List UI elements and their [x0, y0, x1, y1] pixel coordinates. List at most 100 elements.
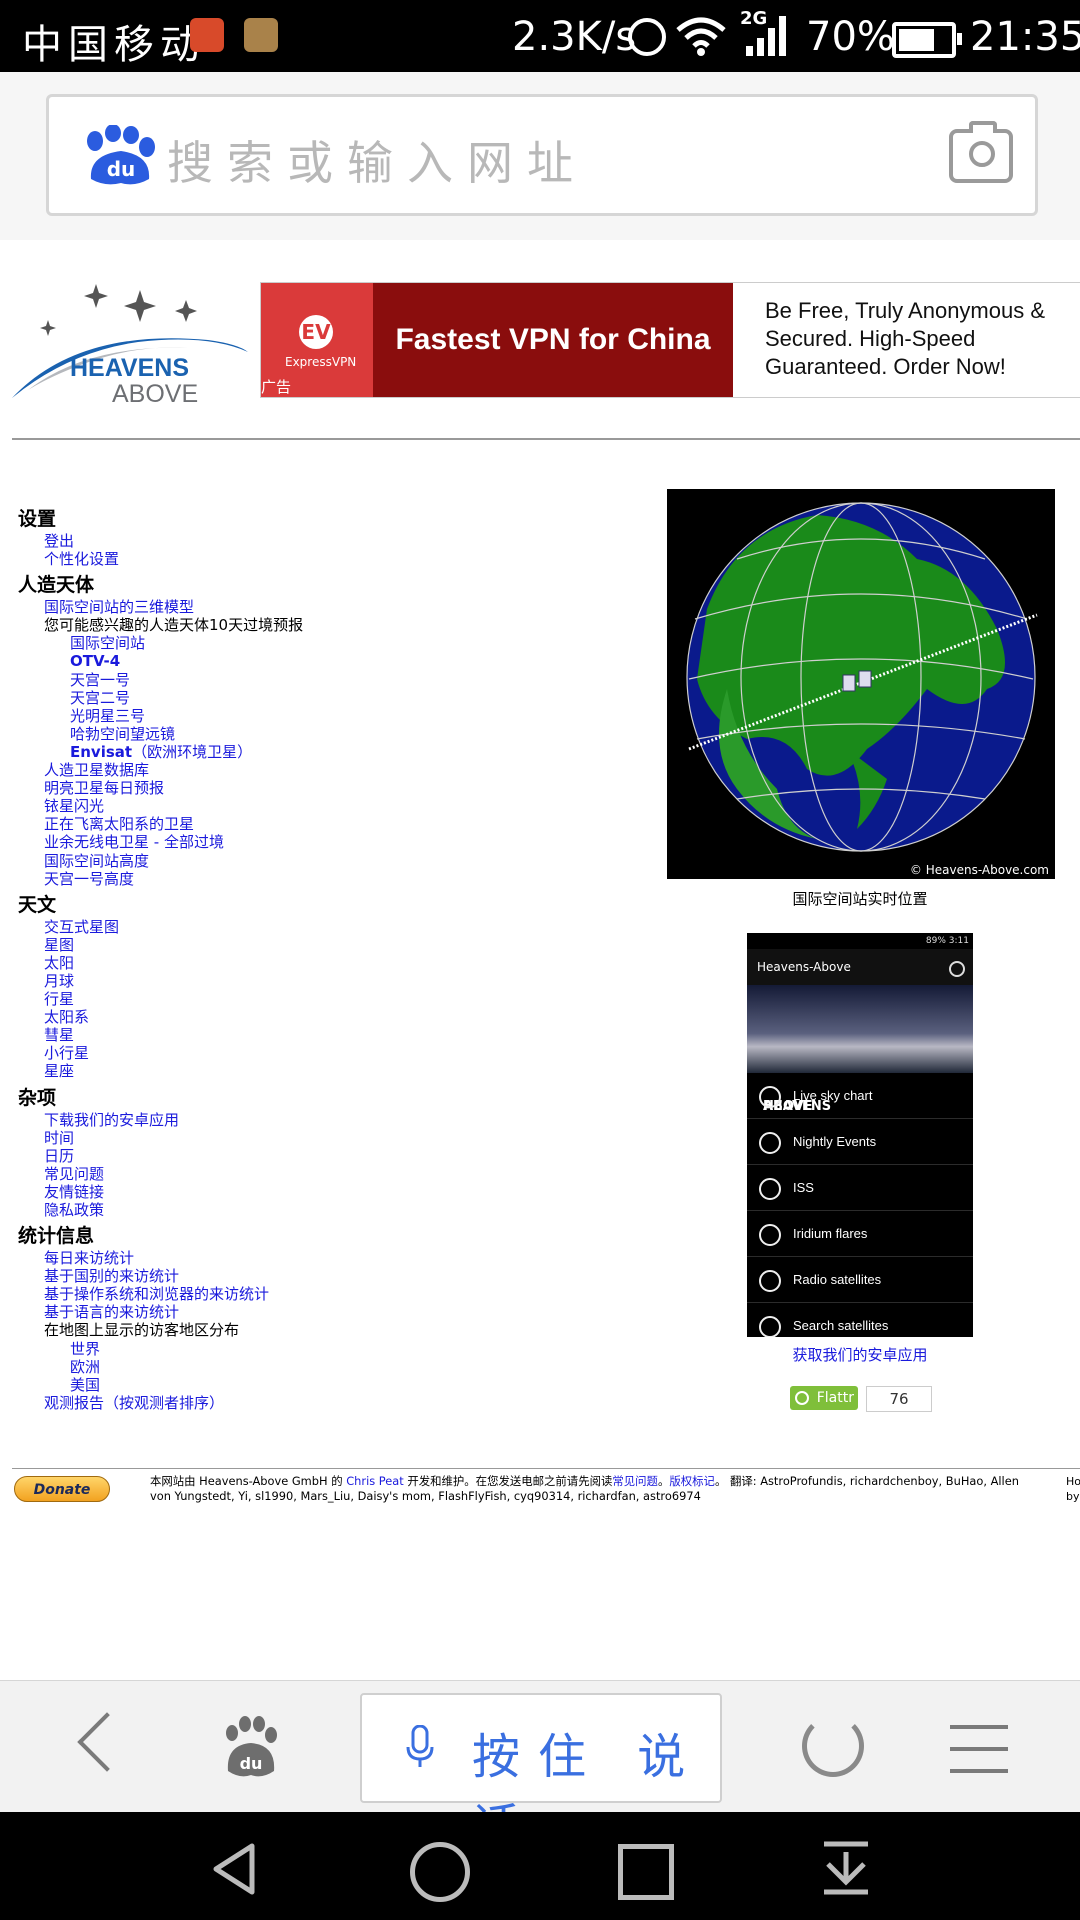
menu-link[interactable]: Envisat（欧洲环境卫星） — [18, 743, 658, 761]
menu-link[interactable]: 隐私政策 — [18, 1201, 658, 1219]
app-menu-item: Iridium flares — [747, 1211, 973, 1257]
baidu-paw-icon: du — [87, 125, 155, 185]
menu-link[interactable]: 人造卫星数据库 — [18, 761, 658, 779]
menu-link[interactable]: 常见问题 — [18, 1165, 658, 1183]
footer-divider — [12, 1468, 1080, 1469]
svg-text:du: du — [107, 157, 136, 181]
flattr-count: 76 — [866, 1386, 932, 1412]
menu-link[interactable]: 天宫二号 — [18, 689, 658, 707]
menu-link[interactable]: 星图 — [18, 936, 658, 954]
app-banner: HEAVENS ABOVE — [747, 985, 973, 1113]
battery-percent: 70% — [806, 14, 895, 60]
menu-link[interactable]: 太阳系 — [18, 1008, 658, 1026]
menu-link[interactable]: 基于国别的来访统计 — [18, 1267, 658, 1285]
menu-link[interactable]: 每日来访统计 — [18, 1249, 658, 1267]
menu-link[interactable]: 个性化设置 — [18, 550, 658, 568]
footer-text: 本网站由 Heavens-Above GmbH 的 Chris Peat 开发和… — [150, 1474, 1030, 1504]
footer-cut-text: Ho by — [1066, 1475, 1080, 1503]
voice-input-button[interactable]: 按住 说话 — [360, 1693, 722, 1855]
footer-faq-link[interactable]: 常见问题 — [612, 1474, 658, 1488]
refresh-icon[interactable] — [802, 1715, 864, 1777]
ad-label: 广告 — [261, 378, 292, 396]
menu-link[interactable]: 观测报告（按观测者排序） — [18, 1394, 658, 1412]
nav-back-icon[interactable] — [210, 1842, 258, 1896]
menu-link[interactable]: 国际空间站高度 — [18, 852, 658, 870]
menu-text: 您可能感兴趣的人造天体10天过境预报 — [44, 616, 304, 635]
app-item-icon — [759, 1270, 781, 1292]
ad-description: Be Free, Truly Anonymous & Secured. High… — [765, 298, 1046, 379]
baidu-home-icon[interactable]: du — [218, 1715, 284, 1779]
menu-link[interactable]: 欧洲 — [18, 1358, 658, 1376]
android-app-screenshot[interactable]: 89% 3:11 Heavens-Above HEAVENS ABOVE Live… — [747, 933, 973, 1337]
globe-graphic — [686, 502, 1038, 852]
clock: 21:35 — [970, 14, 1080, 60]
nav-notification-pull-icon[interactable] — [820, 1840, 872, 1896]
heavens-above-logo[interactable]: HEAVENS ABOVE — [8, 278, 248, 408]
menu-link[interactable]: 天宫一号 — [18, 671, 658, 689]
nav-home-icon[interactable] — [410, 1842, 470, 1902]
vpn-ad-banner[interactable]: EV ExpressVPN 广告 Fastest VPN for China B… — [260, 282, 1080, 398]
menu-category: 天文 — [18, 893, 57, 916]
app-item-icon — [759, 1316, 781, 1337]
ad-headline: Fastest VPN for China — [373, 283, 733, 397]
footer-copyright-link[interactable]: 版权标记 — [669, 1474, 715, 1488]
menu-link[interactable]: 登出 — [18, 532, 658, 550]
menu-category: 设置 — [18, 508, 57, 530]
menu-link[interactable]: 下载我们的安卓应用 — [18, 1111, 658, 1129]
menu-link[interactable]: 国际空间站的三维模型 — [18, 598, 658, 616]
menu-link[interactable]: 友情链接 — [18, 1183, 658, 1201]
menu-link[interactable]: 光明星三号 — [18, 707, 658, 725]
menu-link[interactable]: 明亮卫星每日预报 — [18, 779, 658, 797]
menu-link[interactable]: 彗星 — [18, 1026, 658, 1044]
menu-link[interactable]: 哈勃空间望远镜 — [18, 725, 658, 743]
camera-search-icon[interactable] — [949, 121, 1013, 183]
ad-brand-name: ExpressVPN — [285, 355, 357, 369]
search-box[interactable]: du 搜索或输入网址 — [46, 94, 1038, 216]
carrier-name: 中国移动 — [22, 22, 206, 68]
app-menu-list: Live sky chart Nightly Events ISS Iridium f… — [747, 1073, 973, 1337]
app-item-icon — [759, 1132, 781, 1154]
menu-link[interactable]: 小行星 — [18, 1044, 658, 1062]
menu-link[interactable]: 星座 — [18, 1062, 658, 1080]
menu-link[interactable]: 天宫一号高度 — [18, 870, 658, 888]
app-menu-item: ISS — [747, 1165, 973, 1211]
microphone-icon — [406, 1725, 434, 1767]
app-item-icon — [759, 1086, 781, 1108]
app-item-icon — [759, 1224, 781, 1246]
menu-link[interactable]: 业余无线电卫星 - 全部过境 — [18, 833, 658, 851]
menu-link[interactable]: OTV-4 — [18, 652, 658, 670]
menu-link[interactable]: 国际空间站 — [18, 634, 658, 652]
donate-button[interactable]: Donate — [14, 1476, 110, 1502]
menu-link[interactable]: 铱星闪光 — [18, 797, 658, 815]
menu-link[interactable]: 正在飞离太阳系的卫星 — [18, 815, 658, 833]
menu-link[interactable]: 月球 — [18, 972, 658, 990]
iss-globe-image[interactable]: © Heavens-Above.com — [667, 489, 1055, 879]
svg-text:du: du — [240, 1754, 263, 1773]
app-menu-item: Radio satellites — [747, 1257, 973, 1303]
menu-icon[interactable] — [950, 1725, 1008, 1791]
menu-link[interactable]: 日历 — [18, 1147, 658, 1165]
footer-part: 本网站由 Heavens-Above GmbH 的 — [150, 1474, 347, 1488]
menu-link[interactable]: 时间 — [18, 1129, 658, 1147]
app-refresh-icon — [949, 961, 965, 977]
menu-link[interactable]: 世界 — [18, 1340, 658, 1358]
menu-link[interactable]: 基于语言的来访统计 — [18, 1303, 658, 1321]
menu-link[interactable]: 美国 — [18, 1376, 658, 1394]
notification-app-icon — [190, 18, 224, 52]
app-menu-item: Nightly Events — [747, 1119, 973, 1165]
signal-icon — [746, 16, 786, 56]
footer-author-link[interactable]: Chris Peat — [346, 1474, 404, 1488]
back-arrow-icon[interactable] — [77, 1712, 137, 1772]
wifi-icon — [676, 17, 726, 56]
menu-link[interactable]: 交互式星图 — [18, 918, 658, 936]
menu-link[interactable]: 行星 — [18, 990, 658, 1008]
menu-link[interactable]: 太阳 — [18, 954, 658, 972]
app-title-bar: Heavens-Above — [747, 949, 973, 985]
menu-text: 在地图上显示的访客地区分布 — [44, 1321, 240, 1340]
logo-heavens-text: HEAVENS — [70, 354, 189, 382]
nav-recents-icon[interactable] — [618, 1844, 674, 1900]
app-item-label: Iridium flares — [793, 1226, 868, 1241]
get-android-app-link[interactable]: 获取我们的安卓应用 — [640, 1344, 1080, 1365]
flattr-button[interactable]: Flattr — [790, 1386, 858, 1410]
menu-link[interactable]: 基于操作系统和浏览器的来访统计 — [18, 1285, 658, 1303]
